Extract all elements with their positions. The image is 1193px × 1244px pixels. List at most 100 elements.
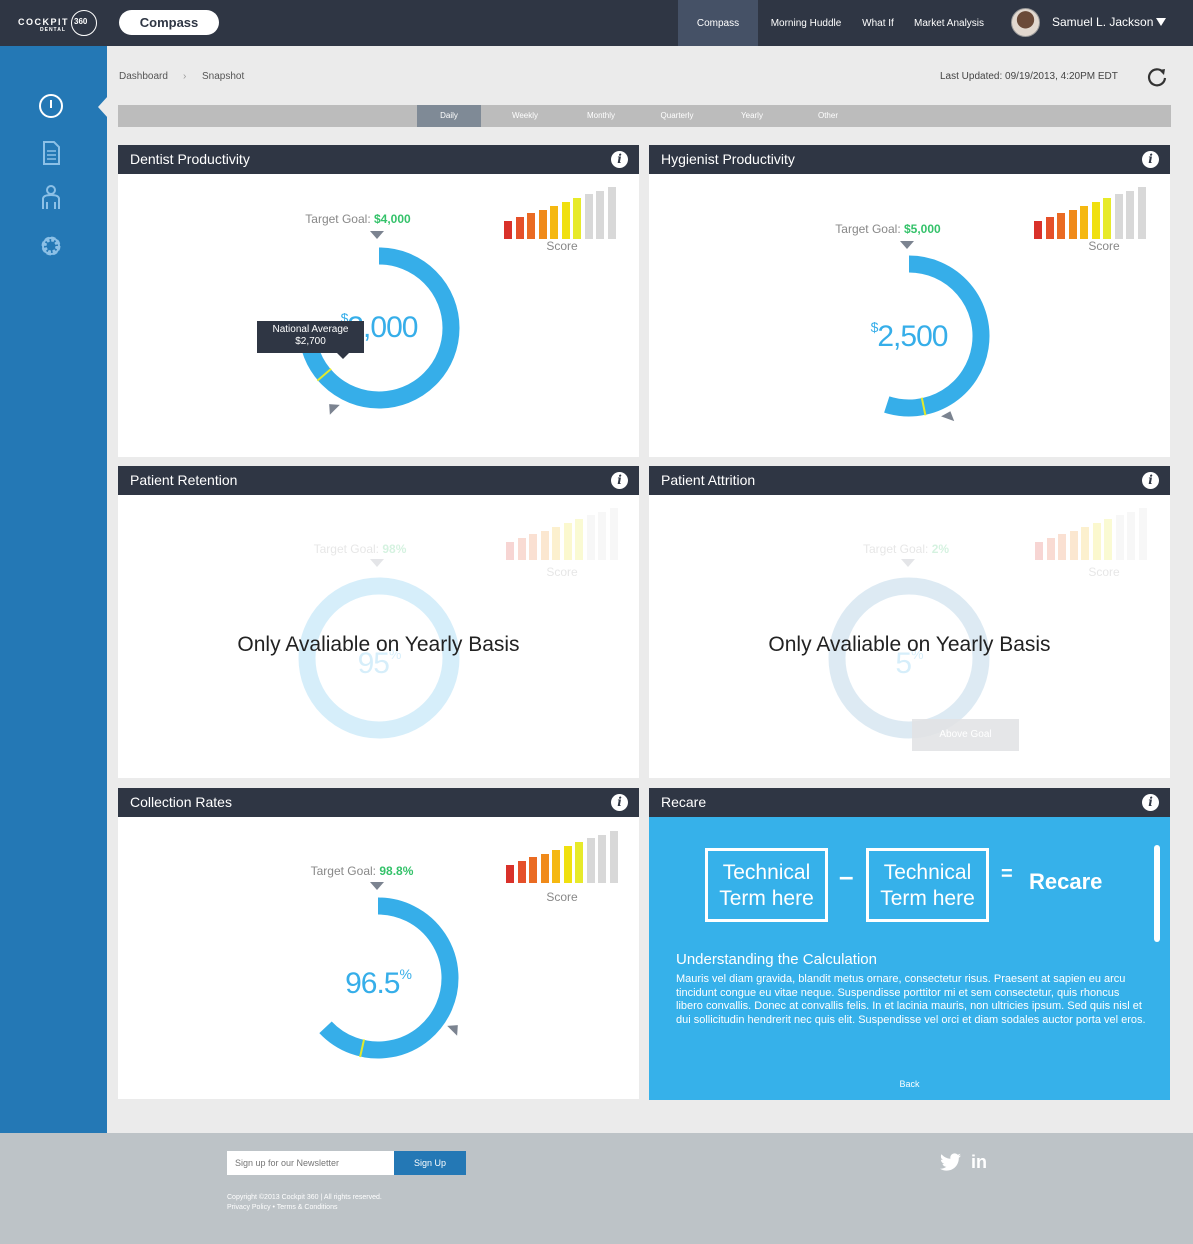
gauge-value: 96.5% [293,966,463,1001]
settings-gear-icon[interactable] [38,233,64,259]
score-bar [584,194,593,239]
linkedin-icon[interactable]: in [971,1152,987,1173]
goal-value: 98% [382,542,407,556]
score-bar [1114,194,1123,239]
score-bar [1138,507,1147,560]
user-menu-caret-icon[interactable] [1156,18,1166,26]
info-icon[interactable]: i [611,794,628,811]
scrollbar[interactable] [1154,845,1160,942]
score-bar [609,507,618,560]
twitter-icon[interactable] [940,1153,962,1171]
score-bar [540,853,549,883]
goal-label: Target Goal: [305,212,371,226]
info-icon[interactable]: i [611,472,628,489]
score-bar [1045,217,1054,239]
score-label: Score [1088,239,1120,253]
score-bar [1104,519,1112,560]
info-icon[interactable]: i [611,151,628,168]
period-quarterly[interactable]: Quarterly [647,105,707,127]
score-bar [563,846,572,883]
user-avatar[interactable] [1011,8,1040,37]
score-bar [506,542,514,560]
score-bar [1035,542,1043,560]
score-bar [1127,511,1135,560]
nav-what-if[interactable]: What If [856,0,900,46]
score-bar [1080,205,1088,239]
goal-marker-icon [901,559,915,567]
yearly-only-message: Only Avaliable on Yearly Basis [768,633,1051,656]
dashboard-gauge-icon[interactable] [38,93,64,119]
app-switcher-button[interactable]: Compass [119,10,219,35]
period-monthly[interactable]: Monthly [571,105,631,127]
copyright-text: Copyright ©2013 Cockpit 360 | All rights… [227,1194,382,1201]
breadcrumb-snapshot: Snapshot [202,71,245,82]
info-icon[interactable]: i [1142,151,1159,168]
term-box-2: Technical Term here [866,848,989,922]
refresh-icon[interactable] [1146,66,1168,88]
gauge-number: 2,500 [877,320,948,353]
score-bar [517,538,526,560]
score-bar [1069,530,1078,560]
score-bar [529,534,537,560]
period-weekly[interactable]: Weekly [495,105,555,127]
back-link[interactable]: Back [649,1079,1170,1089]
panel-title: Recare [649,788,1170,817]
goal-label: Target Goal: [310,864,376,878]
logo-ring-icon: 360 [71,10,97,36]
panel-dentist-productivity: Dentist Productivity i Target Goal: $4,0… [118,145,639,457]
period-other[interactable]: Other [798,105,858,127]
period-selector: Daily Weekly Monthly Quarterly Yearly Ot… [118,105,1171,127]
document-icon[interactable] [38,140,64,166]
recare-explanation: Technical Term here – Technical Term her… [649,817,1170,1100]
copyright: Copyright ©2013 Cockpit 360 | All rights… [227,1193,382,1213]
minus-operator: – [839,861,854,891]
score-bar [529,857,537,883]
logo-text: COCKPIT [18,17,69,27]
user-name[interactable]: Samuel L. Jackson [1052,15,1153,29]
nav-market-analysis[interactable]: Market Analysis [908,0,990,46]
score-bar [504,221,512,239]
period-yearly[interactable]: Yearly [722,105,782,127]
yearly-only-message: Only Avaliable on Yearly Basis [237,633,520,656]
signup-button[interactable]: Sign Up [394,1151,466,1175]
score-bar [607,186,616,239]
goal-marker-icon [900,241,914,249]
score-bar [575,842,583,883]
info-icon[interactable]: i [1142,472,1159,489]
cockpit-logo[interactable]: COCKPIT DENTAL 360 [18,10,100,36]
score-bar [1126,190,1134,239]
logo-number: 360 [74,17,88,26]
goal-marker-icon [370,231,384,239]
panel-title: Hygienist Productivity [649,145,1170,174]
period-daily[interactable]: Daily [417,105,481,127]
goal-label: Target Goal: [835,222,901,236]
score-bars [504,186,624,239]
score-bar [1058,534,1066,560]
national-average-tooltip: National Average $2,700 [257,321,364,359]
footer-links[interactable]: Privacy Policy • Terms & Conditions [227,1203,382,1213]
newsletter-input[interactable] [227,1151,394,1175]
goal-label: Target Goal: [313,542,379,556]
recare-result: Recare [1029,869,1103,894]
score-bar [609,830,618,883]
score-bar [1034,221,1042,239]
score-bar [596,190,604,239]
score-bar [575,519,583,560]
score-bar [1091,202,1100,239]
nav-compass[interactable]: Compass [678,0,758,46]
breadcrumb-dashboard[interactable]: Dashboard [119,71,168,82]
patient-chair-icon[interactable] [38,184,64,210]
panel-title: Collection Rates [118,788,639,817]
top-bar: COCKPIT DENTAL 360 Compass Compass Morni… [0,0,1193,46]
info-icon[interactable]: i [1142,794,1159,811]
score-bar [573,198,581,239]
target-goal: Target Goal: 2% [826,542,986,556]
score-bar [552,526,560,560]
panel-hygienist-productivity: Hygienist Productivity i Target Goal: $5… [649,145,1170,457]
score-bar [586,838,595,883]
score-bar [598,511,606,560]
nav-morning-huddle[interactable]: Morning Huddle [764,0,848,46]
score-bar [527,213,535,239]
calculation-title: Understanding the Calculation [676,951,877,968]
target-goal: Target Goal: $5,000 [808,222,968,236]
